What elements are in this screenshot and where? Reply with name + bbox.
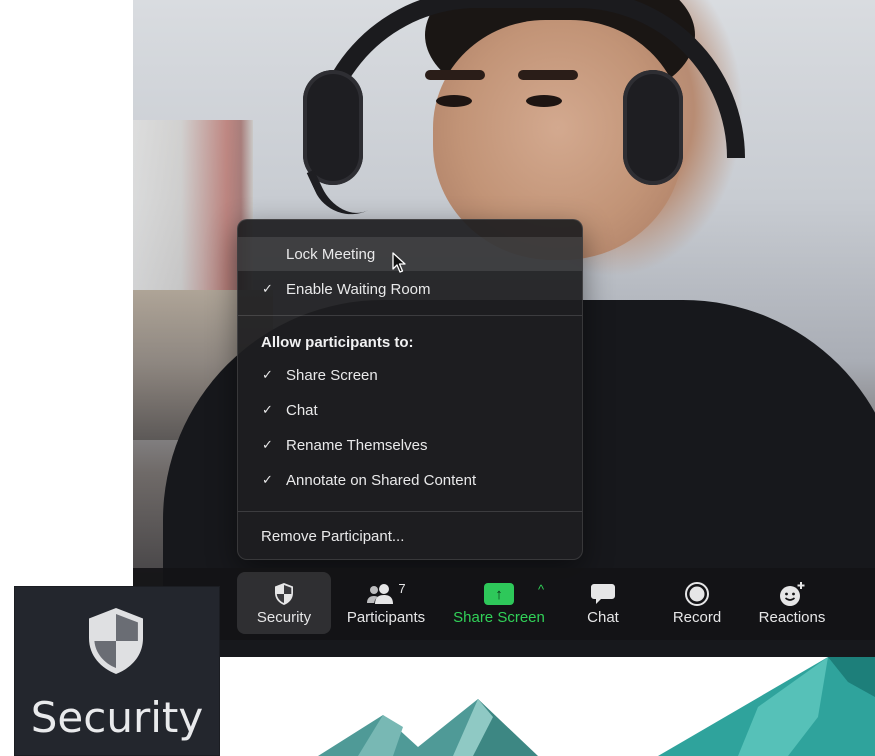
participants-label: Participants bbox=[346, 609, 426, 626]
menu-item-chat[interactable]: ✓ Chat bbox=[238, 393, 582, 427]
security-label: Security bbox=[256, 609, 312, 626]
menu-item-remove-participant[interactable]: Remove Participant... bbox=[238, 519, 582, 553]
share-screen-button[interactable]: ↑ Share Screen bbox=[445, 572, 553, 634]
chat-label: Chat bbox=[587, 609, 619, 626]
menu-item-enable-waiting-room[interactable]: ✓ Enable Waiting Room bbox=[238, 272, 582, 306]
reactions-button[interactable]: Reactions bbox=[747, 572, 837, 634]
menu-item-label: Chat bbox=[286, 401, 318, 419]
record-icon bbox=[684, 579, 710, 609]
share-screen-icon: ↑ bbox=[484, 583, 514, 605]
meeting-toolbar: Security 7 Participants ↑ Share Screen ^… bbox=[133, 568, 875, 640]
share-screen-label: Share Screen bbox=[453, 609, 545, 626]
participants-icon bbox=[367, 584, 394, 604]
security-menu: Lock Meeting ✓ Enable Waiting Room Allow… bbox=[237, 219, 583, 560]
menu-item-label: Remove Participant... bbox=[261, 527, 405, 545]
record-button[interactable]: Record bbox=[657, 572, 737, 634]
participants-count: 7 bbox=[398, 581, 406, 596]
share-options-chevron-icon[interactable]: ^ bbox=[538, 582, 544, 597]
participants-button[interactable]: 7 Participants bbox=[339, 572, 433, 634]
smiley-icon bbox=[778, 579, 806, 609]
security-button[interactable]: Security bbox=[237, 572, 331, 634]
checkmark-icon: ✓ bbox=[262, 402, 273, 417]
mountain-illustration bbox=[318, 657, 875, 756]
participants-icon-wrap: 7 bbox=[366, 579, 406, 609]
checkmark-icon: ✓ bbox=[262, 281, 273, 296]
menu-item-label: Rename Themselves bbox=[286, 436, 428, 454]
checkmark-icon: ✓ bbox=[262, 472, 273, 487]
record-label: Record bbox=[672, 609, 722, 626]
security-inset-label: Security bbox=[30, 693, 204, 742]
menu-item-share-screen[interactable]: ✓ Share Screen bbox=[238, 358, 582, 392]
menu-item-label: Enable Waiting Room bbox=[286, 280, 431, 298]
chat-button[interactable]: Chat bbox=[563, 572, 643, 634]
allow-participants-header: Allow participants to: bbox=[261, 334, 414, 351]
reactions-label: Reactions bbox=[758, 609, 826, 626]
menu-item-annotate[interactable]: ✓ Annotate on Shared Content bbox=[238, 463, 582, 497]
share-icon-wrap: ↑ bbox=[484, 579, 514, 609]
menu-item-lock-meeting[interactable]: Lock Meeting bbox=[238, 237, 582, 271]
menu-item-rename-themselves[interactable]: ✓ Rename Themselves bbox=[238, 428, 582, 462]
security-zoom-inset: Security bbox=[14, 586, 220, 756]
background-shelf bbox=[133, 120, 253, 290]
menu-item-label: Lock Meeting bbox=[286, 245, 376, 263]
shield-icon bbox=[89, 608, 143, 674]
menu-item-label: Annotate on Shared Content bbox=[286, 471, 477, 489]
chat-bubble-icon bbox=[590, 579, 616, 609]
menu-divider bbox=[238, 315, 582, 316]
headphones-cup bbox=[623, 70, 683, 185]
mouse-cursor-icon bbox=[392, 252, 406, 273]
shield-icon bbox=[273, 579, 295, 609]
checkmark-icon: ✓ bbox=[262, 367, 273, 382]
menu-divider bbox=[238, 511, 582, 512]
menu-item-label: Share Screen bbox=[286, 366, 378, 384]
checkmark-icon: ✓ bbox=[262, 437, 273, 452]
